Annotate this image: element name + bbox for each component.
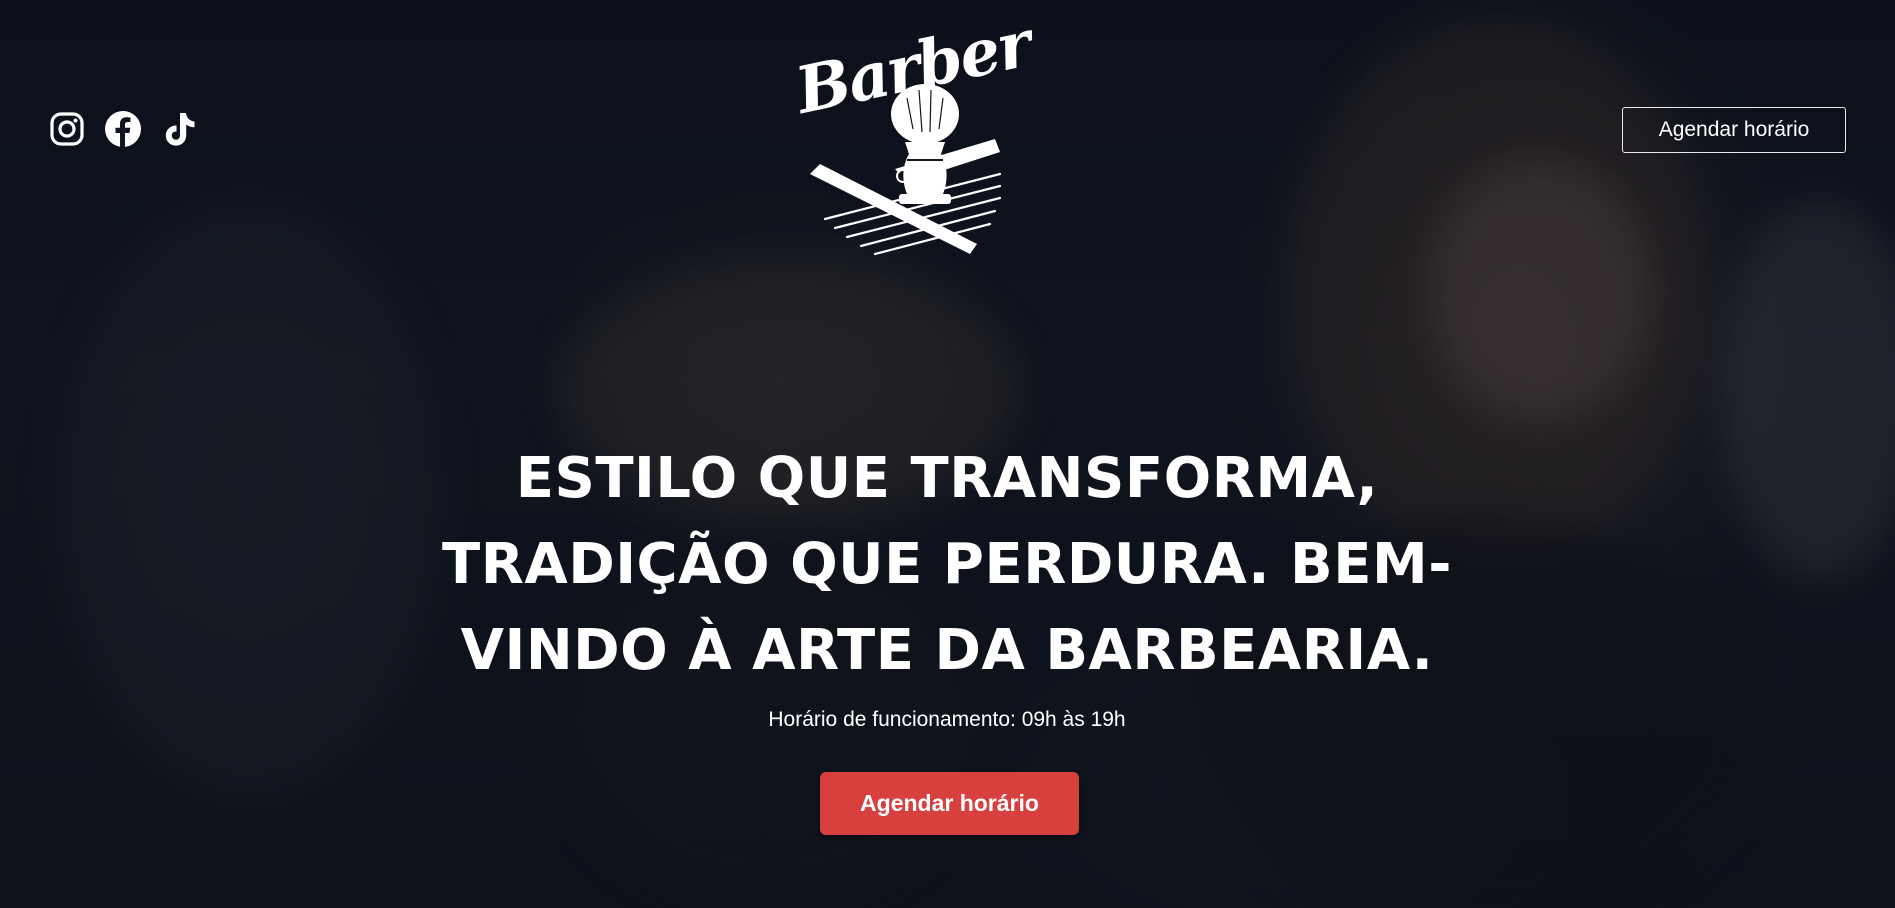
schedule-button-header[interactable]: Agendar horário bbox=[1622, 107, 1846, 153]
schedule-button-cta[interactable]: Agendar horário bbox=[820, 772, 1079, 835]
hero-headline: ESTILO QUE TRANSFORMA, TRADIÇÃO QUE PERD… bbox=[442, 446, 1452, 683]
tiktok-icon[interactable] bbox=[160, 110, 198, 148]
hero-section: Barber Agendar horário ESTILO QUE TRANSF… bbox=[0, 0, 1895, 908]
barber-logo[interactable]: Barber bbox=[790, 7, 1037, 264]
facebook-icon[interactable] bbox=[104, 110, 142, 148]
social-links bbox=[48, 110, 198, 148]
instagram-icon[interactable] bbox=[48, 110, 86, 148]
opening-hours: Horário de funcionamento: 09h às 19h bbox=[768, 708, 1126, 731]
